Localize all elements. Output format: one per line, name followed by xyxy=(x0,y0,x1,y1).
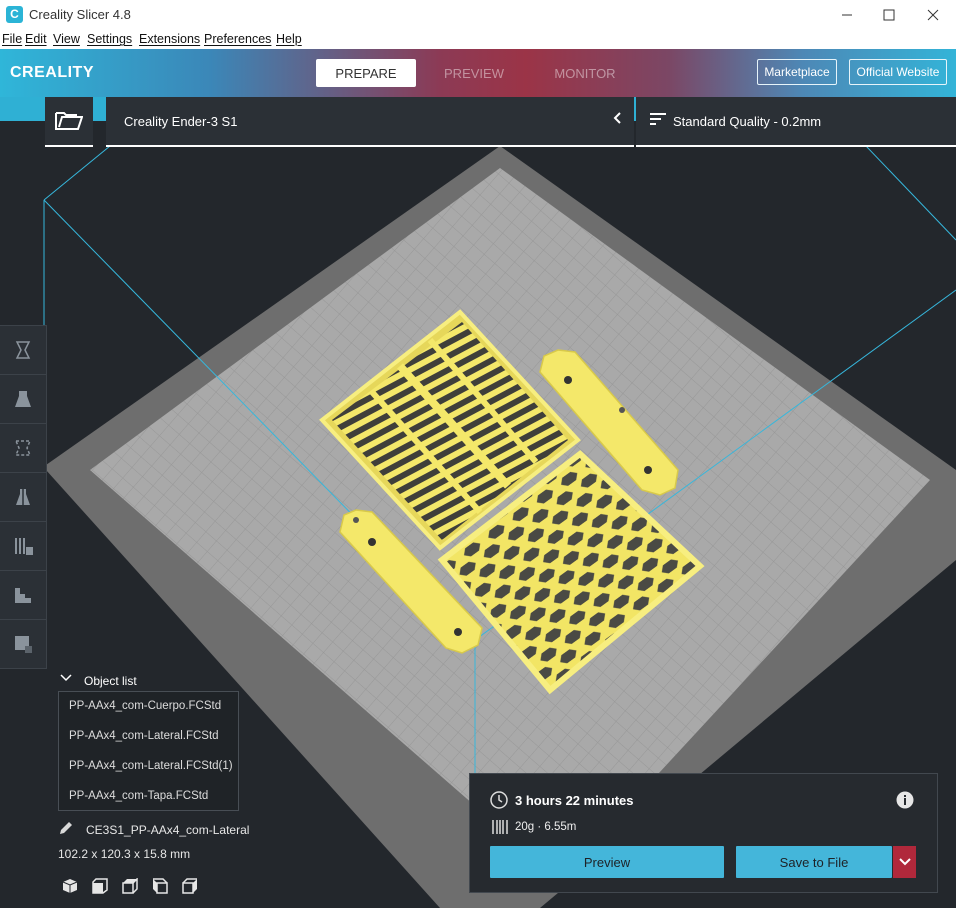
menu-edit[interactable]: Edit xyxy=(25,32,47,46)
clock-icon xyxy=(490,791,508,812)
support-blocker-icon[interactable] xyxy=(0,571,46,620)
view-front-icon[interactable] xyxy=(92,878,108,897)
window-title: Creality Slicer 4.8 xyxy=(29,7,131,22)
printer-selector[interactable]: Creality Ender-3 S1 xyxy=(106,97,634,147)
pencil-icon[interactable] xyxy=(58,820,74,839)
rotate-tool-icon[interactable] xyxy=(0,424,46,473)
menu-help[interactable]: Help xyxy=(276,32,302,46)
app-icon: C xyxy=(6,6,23,23)
view-left-icon[interactable] xyxy=(152,878,168,897)
menu-file[interactable]: File xyxy=(2,32,22,46)
official-website-button[interactable]: Official Website xyxy=(849,59,947,85)
menu-settings[interactable]: Settings xyxy=(87,32,132,46)
tab-monitor[interactable]: MONITOR xyxy=(535,59,635,87)
menu-preferences[interactable]: Preferences xyxy=(204,32,271,46)
material-usage: 20g · 6.55m xyxy=(515,821,577,833)
marketplace-button[interactable]: Marketplace xyxy=(757,59,837,85)
info-icon[interactable] xyxy=(896,791,914,812)
move-tool-icon[interactable] xyxy=(0,326,46,375)
print-settings-selector[interactable]: Standard Quality - 0.2mm xyxy=(636,97,956,147)
settings-sliders-icon xyxy=(650,112,666,129)
chevron-down-icon xyxy=(60,672,72,687)
minimize-icon[interactable] xyxy=(824,0,870,30)
stage-header: CREALITY PREPARE PREVIEW MONITOR Marketp… xyxy=(0,49,956,97)
scale-tool-icon[interactable] xyxy=(0,375,46,424)
title-bar: C Creality Slicer 4.8 xyxy=(0,0,956,30)
close-icon[interactable] xyxy=(910,0,956,30)
view-orientation-bar xyxy=(58,876,208,896)
tab-prepare[interactable]: PREPARE xyxy=(316,59,416,87)
folder-icon xyxy=(55,109,84,134)
printer-name: Creality Ender-3 S1 xyxy=(124,114,238,129)
per-model-settings-icon[interactable] xyxy=(0,522,46,571)
menu-extensions[interactable]: Extensions xyxy=(139,32,200,46)
object-list: PP-AAx4_com-Cuerpo.FCStd PP-AAx4_com-Lat… xyxy=(58,691,239,811)
open-file-button[interactable] xyxy=(45,97,93,147)
menu-view[interactable]: View xyxy=(53,32,80,46)
brand-logo: CREALITY xyxy=(10,64,94,81)
custom-supports-icon[interactable] xyxy=(0,620,46,668)
object-list-title: Object list xyxy=(84,674,137,688)
selected-object-name: CE3S1_PP-AAx4_com-Lateral xyxy=(86,823,250,837)
object-dimensions: 102.2 x 120.3 x 15.8 mm xyxy=(58,847,191,861)
list-item[interactable]: PP-AAx4_com-Tapa.FCStd xyxy=(69,790,208,802)
list-item[interactable]: PP-AAx4_com-Cuerpo.FCStd xyxy=(69,700,221,712)
preview-button[interactable]: Preview xyxy=(490,846,724,878)
tab-preview[interactable]: PREVIEW xyxy=(424,59,524,87)
tool-sidebar xyxy=(0,325,47,669)
print-time: 3 hours 22 minutes xyxy=(515,793,634,808)
chevron-left-icon xyxy=(612,111,622,130)
view-3d-icon[interactable] xyxy=(62,878,78,897)
quality-profile-label: Standard Quality - 0.2mm xyxy=(673,114,822,129)
print-summary-panel: 3 hours 22 minutes 20g · 6.55m Preview S… xyxy=(469,773,938,893)
view-top-icon[interactable] xyxy=(122,877,138,897)
filament-icon xyxy=(491,819,509,838)
list-item[interactable]: PP-AAx4_com-Lateral.FCStd xyxy=(69,730,219,742)
maximize-icon[interactable] xyxy=(866,0,912,30)
mirror-tool-icon[interactable] xyxy=(0,473,46,522)
view-right-icon[interactable] xyxy=(182,878,198,897)
output-device-dropdown[interactable] xyxy=(893,846,916,878)
save-to-file-button[interactable]: Save to File xyxy=(736,846,892,878)
list-item[interactable]: PP-AAx4_com-Lateral.FCStd(1) xyxy=(69,760,233,772)
chevron-down-icon xyxy=(898,855,911,870)
menu-bar: File Edit View Settings Extensions Prefe… xyxy=(0,30,956,49)
